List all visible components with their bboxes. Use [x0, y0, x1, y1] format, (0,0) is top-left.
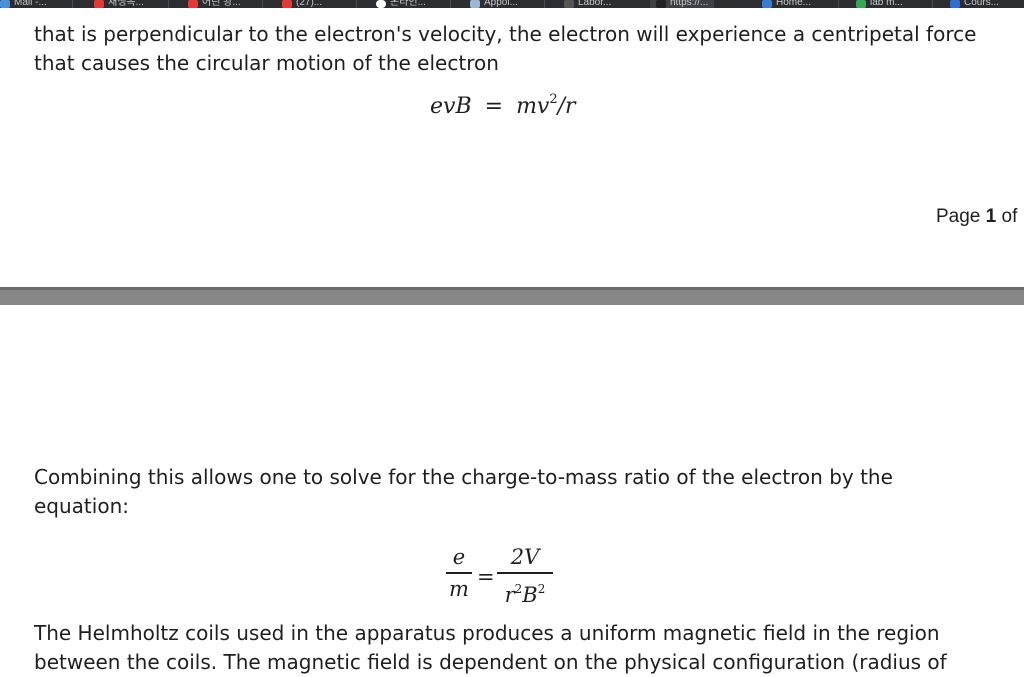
- bookmarks-bar: Mail -... 재생목... 어린 왕... (27)... 온라인... …: [0, 0, 1024, 8]
- circle-icon: [376, 0, 386, 8]
- equation-centripetal: evB = mv2/r: [430, 92, 576, 119]
- page-break: [0, 287, 1024, 305]
- equation-rhs-exponent: 2: [549, 92, 558, 107]
- bookmark-https[interactable]: https://...: [650, 0, 715, 8]
- paragraph-1-line-1: that is perpendicular to the electron's …: [34, 22, 977, 46]
- fraction-numerator: 2V: [510, 545, 540, 569]
- bookmark-separator: [932, 0, 933, 8]
- bookmark-label: Home...: [776, 0, 812, 8]
- bookmark-label: lab m...: [870, 0, 903, 8]
- bookmark-mail[interactable]: Mail -...: [0, 0, 47, 8]
- paragraph-1-line-2: that causes the circular motion of the e…: [34, 51, 499, 75]
- bookmark-separator: [838, 0, 839, 8]
- paragraph-2: Combining this allows one to solve for t…: [34, 465, 893, 518]
- bookmark-youtube-2[interactable]: 어린 왕...: [188, 0, 241, 8]
- fraction-2v-over-r2b2: 2V r2B2: [497, 546, 553, 606]
- bookmark-label: 재생목...: [108, 0, 144, 8]
- page-indicator-prefix: Page: [936, 206, 986, 227]
- bookmark-label: Labor...: [578, 0, 612, 8]
- bookmark-youtube-1[interactable]: 재생목...: [94, 0, 144, 8]
- paragraph-3-line-2: between the coils. The magnetic field is…: [34, 650, 947, 674]
- youtube-icon: [94, 0, 104, 8]
- bookmark-separator: [168, 0, 169, 8]
- paragraph-3-line-1: The Helmholtz coils used in the apparatu…: [34, 621, 940, 645]
- bookmark-label: Mail -...: [14, 0, 47, 8]
- equation-rhs-base: mv: [516, 94, 550, 119]
- bookmark-label: Appoi...: [484, 0, 518, 8]
- bookmark-youtube-3[interactable]: (27)...: [282, 0, 322, 8]
- fraction-e-over-m: e m: [446, 546, 472, 600]
- mail-icon: [0, 0, 10, 8]
- bookmark-label: (27)...: [296, 0, 323, 8]
- equation-equals: =: [484, 94, 504, 119]
- fraction-numerator: e: [452, 545, 466, 569]
- bookmark-lab[interactable]: lab m...: [856, 0, 903, 8]
- plus-icon: [856, 0, 866, 8]
- youtube-icon: [282, 0, 292, 8]
- bookmark-courses[interactable]: Cours...: [950, 0, 999, 8]
- bookmark-separator: [262, 0, 263, 8]
- bookmark-label: 온라인...: [390, 0, 426, 8]
- denominator-b: B: [522, 582, 538, 607]
- bookmark-label: https://...: [670, 0, 709, 8]
- home-icon: [762, 0, 772, 8]
- bookmark-separator: [450, 0, 451, 8]
- denominator-b-exponent: 2: [537, 581, 546, 596]
- denominator-r: r: [504, 582, 515, 607]
- page-indicator-suffix: of: [996, 206, 1018, 227]
- bookmark-online[interactable]: 온라인...: [376, 0, 426, 8]
- bookmark-labor[interactable]: Labor...: [564, 0, 611, 8]
- bookmark-label: Cours...: [964, 0, 1000, 8]
- fraction-denominator: m: [449, 576, 469, 601]
- bookmark-separator: [356, 0, 357, 8]
- blackboard-icon: [564, 0, 574, 8]
- page-indicator: Page 1 of: [936, 206, 1017, 228]
- fraction-bar: [446, 572, 472, 574]
- sparkle-icon: [470, 0, 480, 8]
- blackboard-icon: [656, 0, 666, 8]
- bookmark-appointments[interactable]: Appoi...: [470, 0, 518, 8]
- equation-equals: =: [477, 565, 495, 589]
- page-number: 1: [985, 206, 997, 227]
- shield-icon: [950, 0, 960, 8]
- bookmark-separator: [72, 0, 73, 8]
- equation-lhs: evB: [430, 94, 472, 119]
- bookmark-home[interactable]: Home...: [762, 0, 811, 8]
- bookmark-label: 어린 왕...: [202, 0, 241, 8]
- equation-rhs-tail: /r: [557, 94, 576, 119]
- bookmark-separator: [544, 0, 545, 8]
- fraction-bar: [497, 572, 553, 574]
- youtube-icon: [188, 0, 198, 8]
- fraction-denominator: r2B2: [497, 578, 553, 606]
